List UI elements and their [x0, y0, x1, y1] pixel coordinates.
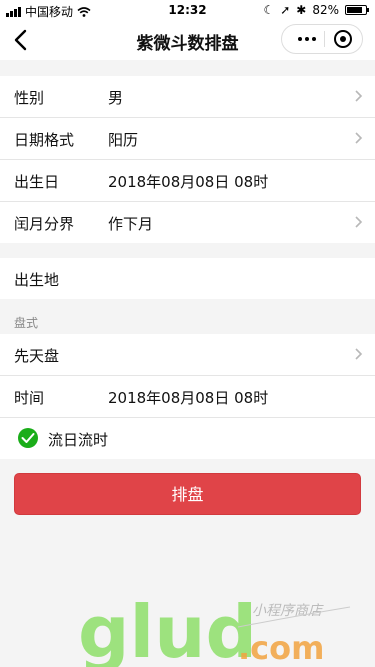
chart-time-label: 时间 — [14, 389, 45, 407]
birthplace-row[interactable]: 出生地 — [0, 258, 375, 299]
birthday-row[interactable]: 出生日 2018年08月08日 08时 — [0, 160, 375, 202]
birthday-value: 2018年08月08日 08时 — [108, 173, 269, 191]
bluetooth-icon: ✱ — [296, 3, 307, 17]
chevron-right-icon — [355, 216, 363, 228]
flow-day-hour-label: 流日流时 — [48, 431, 109, 449]
date-format-value: 阳历 — [108, 131, 139, 149]
location-icon: ➚ — [280, 3, 291, 17]
chart-type-label: 先天盘 — [14, 347, 60, 365]
chart-time-value: 2018年08月08日 08时 — [108, 389, 269, 407]
battery-icon — [345, 5, 369, 15]
date-format-row[interactable]: 日期格式 阳历 — [0, 118, 375, 160]
flow-day-hour-row[interactable]: 流日流时 — [0, 418, 375, 459]
mini-program-capsule — [281, 24, 363, 54]
leap-month-label: 闰月分界 — [14, 215, 75, 233]
chevron-right-icon — [355, 348, 363, 360]
gender-label: 性别 — [14, 89, 45, 107]
submit-button[interactable]: 排盘 — [14, 473, 361, 515]
birthplace-section: 出生地 — [0, 258, 375, 299]
gender-value: 男 — [108, 89, 124, 107]
moon-icon: ☾ — [263, 3, 275, 17]
watermark-tagline: 小程序商店 — [252, 603, 324, 619]
status-bar: 中国移动 12:32 ☾ ➚ ✱ 82% — [0, 0, 375, 20]
checkbox-checked-icon[interactable] — [18, 428, 38, 448]
chart-style-header: 盘式 — [0, 310, 375, 336]
watermark-domain: .com — [238, 629, 324, 667]
status-right: ☾ ➚ ✱ 82% — [263, 3, 369, 17]
more-icon[interactable] — [292, 25, 322, 53]
navigation-bar: 紫微斗数排盘 — [0, 20, 375, 60]
birthplace-label: 出生地 — [14, 271, 60, 289]
birth-info-section: 性别 男 日期格式 阳历 出生日 2018年08月08日 08时 闰月分界 作下… — [0, 76, 375, 243]
battery-level — [347, 7, 362, 13]
leap-month-value: 作下月 — [108, 215, 154, 233]
chart-type-row[interactable]: 先天盘 — [0, 334, 375, 376]
leap-month-row[interactable]: 闰月分界 作下月 — [0, 202, 375, 243]
birthday-label: 出生日 — [14, 173, 60, 191]
chart-time-row[interactable]: 时间 2018年08月08日 08时 — [0, 376, 375, 418]
chevron-right-icon — [355, 132, 363, 144]
close-target-icon[interactable] — [334, 30, 352, 48]
date-format-label: 日期格式 — [14, 131, 75, 149]
chart-style-section: 先天盘 时间 2018年08月08日 08时 流日流时 — [0, 334, 375, 459]
chart-style-header-label: 盘式 — [14, 316, 39, 330]
battery-percent: 82% — [312, 3, 339, 17]
watermark-brand: glud — [78, 590, 257, 667]
capsule-divider — [324, 31, 325, 47]
watermark-logo: glud .com 小程序商店 — [78, 590, 351, 667]
gender-row[interactable]: 性别 男 — [0, 76, 375, 118]
chevron-right-icon — [355, 90, 363, 102]
